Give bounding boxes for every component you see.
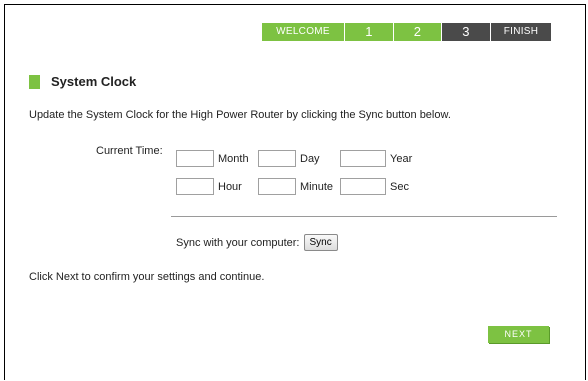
date-row: Month Day Year xyxy=(176,150,430,167)
year-unit-label: Year xyxy=(390,152,413,165)
minute-input[interactable] xyxy=(258,178,296,195)
divider xyxy=(171,216,557,217)
wizard-step-welcome: WELCOME xyxy=(262,23,345,41)
sec-input[interactable] xyxy=(340,178,386,195)
month-field: Month xyxy=(176,150,258,167)
wizard-steps: WELCOME 1 2 3 FINISH xyxy=(262,23,551,41)
year-input[interactable] xyxy=(340,150,386,167)
minute-field: Minute xyxy=(258,178,340,195)
wizard-step-1: 1 xyxy=(345,23,394,41)
minute-unit-label: Minute xyxy=(300,180,334,193)
section-description: Update the System Clock for the High Pow… xyxy=(29,109,451,121)
time-row: Hour Minute Sec xyxy=(176,178,430,195)
section-title: System Clock xyxy=(51,74,137,89)
day-field: Day xyxy=(258,150,340,167)
next-button[interactable]: NEXT xyxy=(488,326,549,343)
sync-row: Sync with your computer: Sync xyxy=(176,234,338,251)
sync-button[interactable]: Sync xyxy=(303,234,338,251)
hour-field: Hour xyxy=(176,178,258,195)
wizard-step-3: 3 xyxy=(442,23,491,41)
sync-label: Sync with your computer: xyxy=(176,236,300,249)
hour-input[interactable] xyxy=(176,178,214,195)
wizard-step-2: 2 xyxy=(394,23,442,41)
current-time-label: Current Time: xyxy=(96,145,163,157)
hour-unit-label: Hour xyxy=(218,180,242,193)
month-input[interactable] xyxy=(176,150,214,167)
section-heading: System Clock xyxy=(29,74,136,89)
sec-unit-label: Sec xyxy=(390,180,409,193)
year-field: Year xyxy=(340,150,430,167)
heading-marker xyxy=(29,74,40,89)
wizard-step-finish: FINISH xyxy=(491,23,551,41)
day-input[interactable] xyxy=(258,150,296,167)
confirm-text: Click Next to confirm your settings and … xyxy=(29,271,265,283)
day-unit-label: Day xyxy=(300,152,320,165)
sec-field: Sec xyxy=(340,178,430,195)
month-unit-label: Month xyxy=(218,152,249,165)
